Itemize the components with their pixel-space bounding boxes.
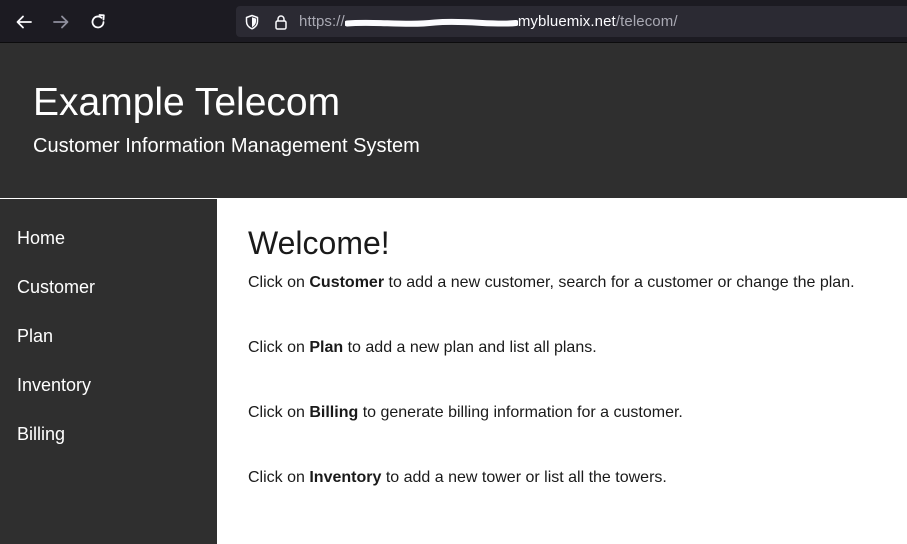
sidebar-item-inventory[interactable]: Inventory — [17, 374, 91, 396]
instruction-text: to add a new plan and list all plans. — [343, 339, 597, 356]
main-content: Welcome! Click on Customer to add a new … — [217, 198, 907, 544]
back-arrow-icon — [16, 15, 32, 29]
redacted-url-segment — [343, 16, 519, 27]
address-bar[interactable]: https:// mybluemix.net/telecom/ — [236, 6, 907, 37]
sidebar-item-billing[interactable]: Billing — [17, 423, 65, 445]
instruction-text: Click on — [248, 274, 310, 291]
url-text[interactable]: https:// mybluemix.net/telecom/ — [299, 13, 678, 31]
url-host: mybluemix.net — [517, 13, 616, 30]
reload-icon — [91, 14, 105, 29]
instruction-customer: Click on Customer to add a new customer,… — [248, 273, 855, 293]
forward-button[interactable] — [48, 9, 74, 35]
instruction-plan: Click on Plan to add a new plan and list… — [248, 338, 597, 358]
welcome-heading: Welcome! — [248, 225, 390, 261]
instruction-text: Click on — [248, 469, 310, 486]
site-subtitle: Customer Information Management System — [33, 135, 420, 157]
url-path: /telecom/ — [615, 13, 678, 30]
instruction-keyword: Customer — [309, 274, 385, 291]
shield-icon[interactable] — [244, 14, 260, 30]
instruction-inventory: Click on Inventory to add a new tower or… — [248, 468, 667, 488]
browser-toolbar: https:// mybluemix.net/telecom/ — [0, 0, 907, 43]
sidebar-item-plan[interactable]: Plan — [17, 325, 53, 347]
sidebar-item-home[interactable]: Home — [17, 227, 65, 249]
instruction-text: to add a new tower or list all the tower… — [381, 469, 667, 486]
instruction-text: Click on — [248, 404, 310, 421]
back-button[interactable] — [11, 9, 37, 35]
url-scheme: https:// — [299, 13, 345, 30]
site-title: Example Telecom — [33, 81, 341, 124]
instruction-keyword: Billing — [309, 404, 359, 421]
instruction-text: to add a new customer, search for a cust… — [384, 274, 855, 291]
instruction-text: to generate billing information for a cu… — [358, 404, 683, 421]
reload-button[interactable] — [85, 9, 111, 35]
instruction-keyword: Plan — [309, 339, 344, 356]
instruction-text: Click on — [248, 339, 310, 356]
forward-arrow-icon — [53, 15, 69, 29]
lock-icon[interactable] — [273, 14, 289, 30]
instruction-billing: Click on Billing to generate billing inf… — [248, 403, 683, 423]
instruction-keyword: Inventory — [309, 469, 382, 486]
page-header: Example Telecom Customer Information Man… — [0, 43, 907, 198]
sidebar-item-customer[interactable]: Customer — [17, 276, 95, 298]
sidebar-nav: Home Customer Plan Inventory Billing — [0, 198, 217, 544]
